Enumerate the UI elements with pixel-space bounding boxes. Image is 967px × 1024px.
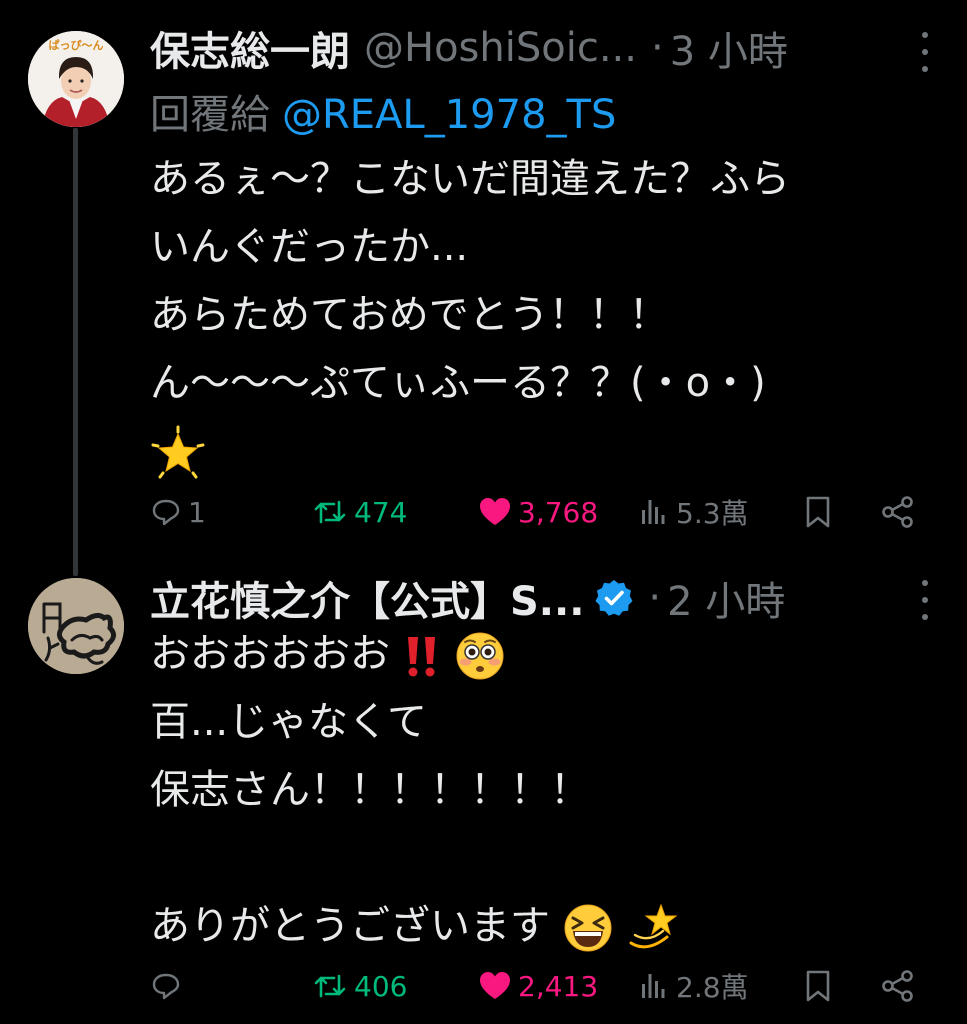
reply-count: 1 [188, 495, 206, 529]
share-icon [882, 970, 913, 1002]
views-chart-icon [642, 974, 665, 998]
bookmark-icon [806, 496, 830, 528]
retweet-icon [314, 500, 346, 524]
timestamp[interactable]: 3 小時 [670, 19, 788, 77]
dizzy-star-icon [629, 903, 678, 949]
verified-badge-icon [595, 580, 633, 616]
reply-button[interactable] [150, 962, 188, 1010]
tweet-text-line: ありがとうございます [150, 892, 920, 960]
bookmark-button[interactable] [802, 962, 834, 1010]
grinning-squinting-face-icon [564, 904, 612, 952]
like-count: 2,413 [518, 969, 599, 1003]
like-button[interactable]: 3,768 [478, 488, 598, 536]
views-button[interactable]: 5.3萬 [638, 488, 749, 536]
separator-dot: · [650, 25, 664, 71]
flushed-face-icon [456, 632, 504, 680]
tweet-text-line: おおおおおお [150, 620, 920, 688]
double-exclamation-icon [407, 637, 435, 677]
avatar-label: ぱっぴ〜ん [49, 38, 104, 52]
reply-label: 回覆給 [150, 92, 270, 138]
retweet-button[interactable]: 474 [312, 488, 407, 536]
tweet-emoji-line [150, 417, 920, 485]
tweet-text-line: 百...じゃなくて [150, 699, 427, 745]
bookmark-icon [806, 970, 830, 1002]
reply-context: 回覆給 @REAL_1978_TS [150, 82, 616, 140]
share-button[interactable] [880, 488, 916, 536]
retweet-count: 474 [354, 495, 408, 529]
heart-icon [480, 498, 510, 525]
tweet-text-line [150, 824, 920, 892]
user-handle[interactable]: @HoshiSoic... [364, 25, 637, 71]
retweet-button[interactable]: 406 [312, 962, 407, 1010]
tweet-text: おおおおおお 百...じゃなくて 保志さん！！！！！！！ ありがとうございます [150, 620, 920, 960]
like-count: 3,768 [518, 495, 599, 529]
more-options-icon[interactable] [919, 580, 931, 620]
reply-to-handle[interactable]: @REAL_1978_TS [282, 92, 616, 138]
tweet-actions: 406 2,413 2.8萬 [150, 962, 920, 1010]
avatar[interactable]: ぱっぴ〜ん [28, 31, 124, 127]
tweet-text-line: あらためておめでとう！！！ [150, 292, 669, 338]
retweet-count: 406 [354, 969, 408, 1003]
views-button[interactable]: 2.8萬 [638, 962, 749, 1010]
reply-thread: ぱっぴ〜ん 保志総一朗 @HoshiSoic... · 3 小時 回覆給 @REA… [0, 0, 967, 1024]
timestamp[interactable]: 2 小時 [667, 569, 785, 627]
thread-connector-line [73, 128, 78, 576]
avatar[interactable] [28, 578, 124, 674]
bookmark-button[interactable] [802, 488, 834, 536]
tweet-text-segment: ありがとうございます [150, 903, 550, 949]
tweet-header: 保志総一朗 @HoshiSoic... · 3 小時 [150, 20, 788, 76]
tweet-text-line: 保志さん！！！！！！！ [150, 767, 590, 813]
tweet-actions: 1 474 3,768 5.3萬 [150, 488, 920, 536]
tweet-text-segment: おおおおおお [150, 631, 390, 677]
tweet-text-line: ん〜〜〜ぷてぃふーる？？(・o・) [150, 360, 766, 406]
view-count: 2.8萬 [676, 971, 749, 1004]
reply-button[interactable]: 1 [150, 488, 206, 536]
tweet-header: 立花慎之介【公式】S... · 2 小時 [150, 570, 785, 626]
tweet-text: あるぇ〜？こないだ間違えた？ふら いんぐだったか... あらためておめでとう！！… [150, 145, 920, 485]
more-options-icon[interactable] [919, 32, 931, 72]
view-count: 5.3萬 [676, 497, 749, 530]
separator-dot: · [648, 575, 662, 621]
share-button[interactable] [880, 962, 916, 1010]
tweet-text-line: いんぐだったか... [150, 224, 469, 270]
views-chart-icon [642, 500, 665, 524]
heart-icon [480, 972, 510, 999]
like-button[interactable]: 2,413 [478, 962, 598, 1010]
reply-icon [152, 973, 180, 1000]
display-name[interactable]: 保志総一朗 [150, 19, 350, 77]
star-icon [151, 425, 205, 479]
reply-icon [152, 499, 180, 526]
display-name[interactable]: 立花慎之介【公式】S... [150, 569, 584, 627]
retweet-icon [314, 974, 346, 998]
tweet-text-line: あるぇ〜？こないだ間違えた？ふら [150, 156, 790, 202]
share-icon [882, 496, 913, 528]
